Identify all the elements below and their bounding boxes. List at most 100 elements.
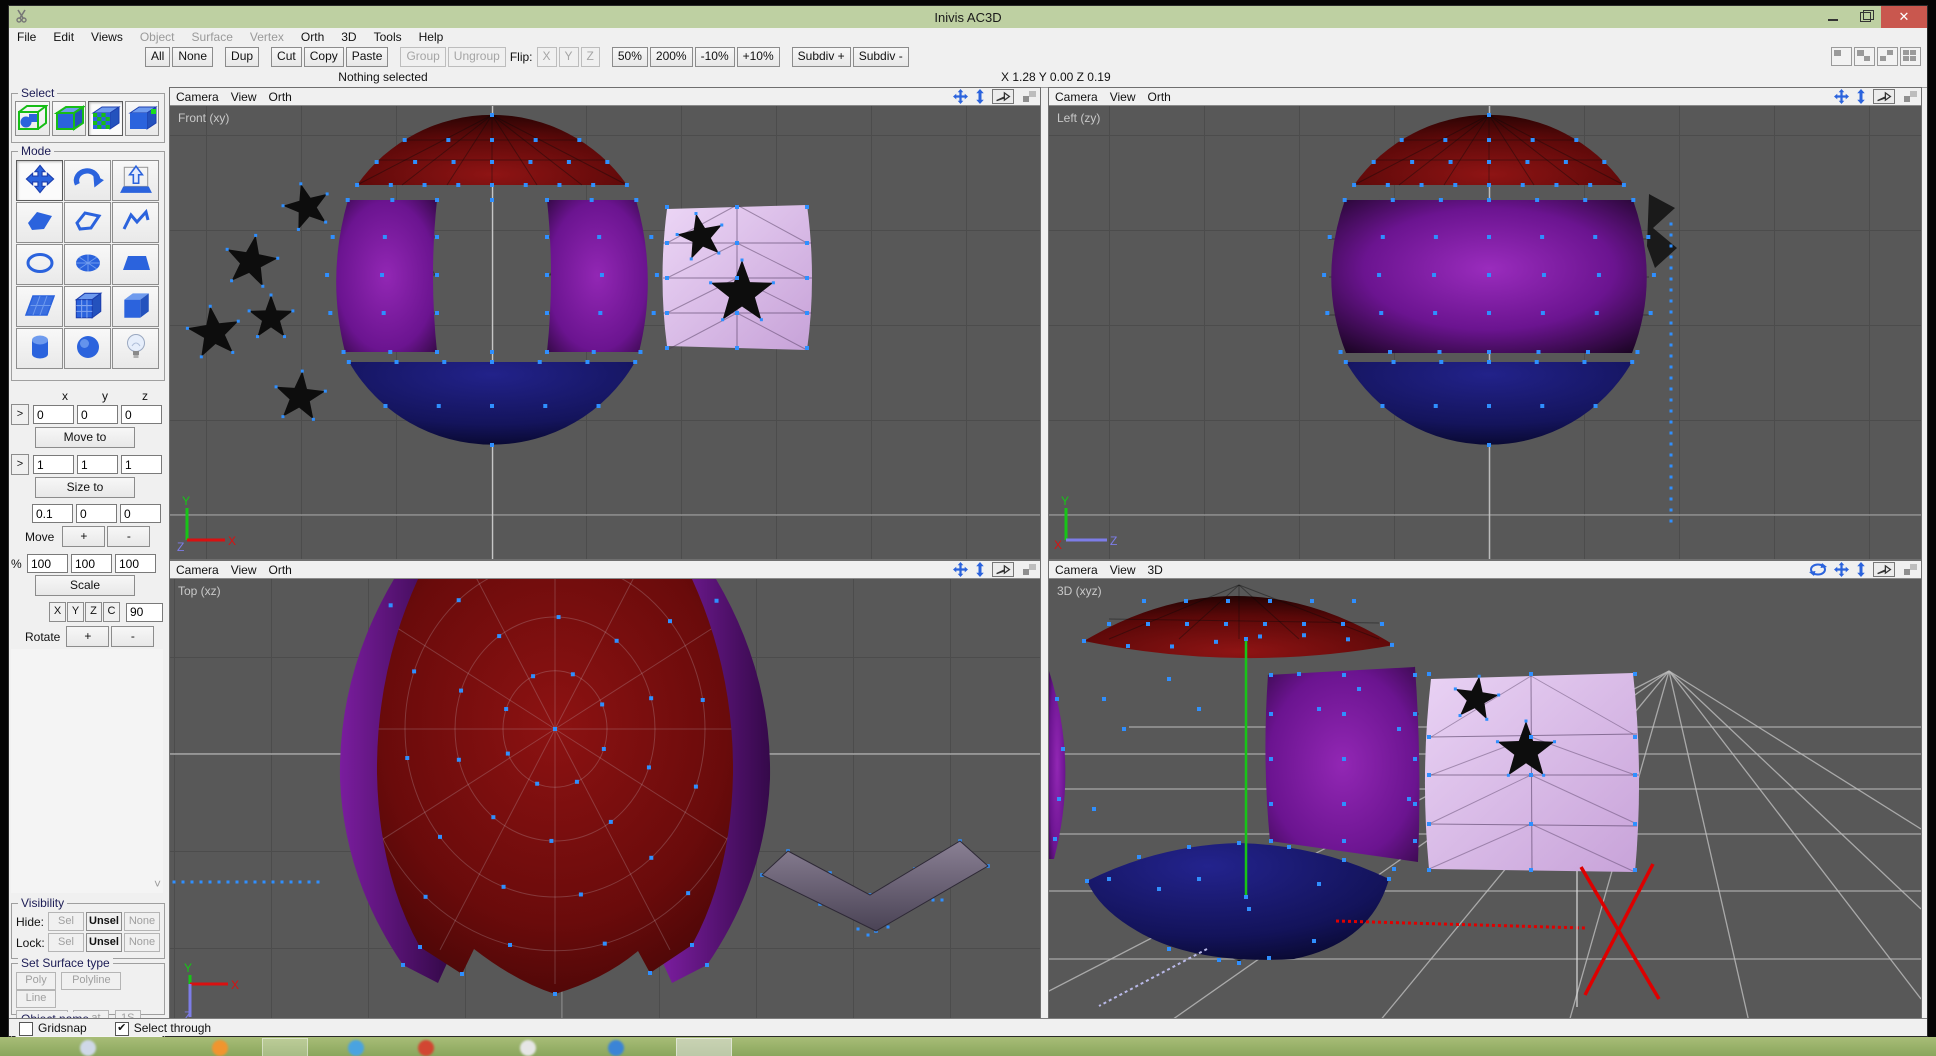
- zoom-updown-icon[interactable]: [975, 562, 985, 577]
- vp-menu-orth[interactable]: Orth: [268, 90, 291, 104]
- maximize-viewport-icon[interactable]: [1902, 90, 1918, 103]
- select-vertex-mode-button[interactable]: [125, 101, 160, 136]
- menu-tools[interactable]: Tools: [374, 30, 402, 44]
- object-list[interactable]: ˅: [11, 649, 163, 893]
- vp-menu-camera[interactable]: Camera: [176, 90, 219, 104]
- maximize-viewport-icon[interactable]: [1021, 90, 1037, 103]
- mode-mesh-button[interactable]: [16, 286, 63, 327]
- vp-menu-3d[interactable]: 3D: [1147, 563, 1162, 577]
- cut-button[interactable]: Cut: [271, 47, 302, 67]
- select-surface-mode-button[interactable]: [88, 101, 123, 136]
- pan-view-icon[interactable]: [1834, 562, 1849, 577]
- size-to-expander[interactable]: >: [11, 454, 29, 475]
- move-to-expander[interactable]: >: [11, 404, 29, 425]
- vp-menu-camera[interactable]: Camera: [1055, 563, 1098, 577]
- desktop-taskbar[interactable]: [0, 1037, 1936, 1056]
- move-step-y-field[interactable]: [76, 504, 117, 523]
- restore-button[interactable]: [1849, 6, 1881, 28]
- maximize-viewport-icon[interactable]: [1902, 563, 1918, 576]
- mode-rotate-button[interactable]: [64, 160, 111, 201]
- mode-light-button[interactable]: [112, 328, 159, 369]
- close-button[interactable]: ✕: [1881, 6, 1927, 28]
- mode-cylinder-button[interactable]: [16, 328, 63, 369]
- zoom-out-button[interactable]: -10%: [695, 47, 735, 67]
- rotate-plus-button[interactable]: +: [66, 626, 109, 647]
- taskbar-app-icon[interactable]: [348, 1040, 364, 1056]
- taskbar-app-icon[interactable]: [418, 1040, 434, 1056]
- copy-button[interactable]: Copy: [304, 47, 344, 67]
- layout-three-button[interactable]: [1877, 47, 1898, 66]
- zoom-updown-icon[interactable]: [1856, 89, 1866, 104]
- vp-menu-orth[interactable]: Orth: [268, 563, 291, 577]
- mode-grid3d-button[interactable]: [64, 286, 111, 327]
- zoom-extents-button[interactable]: [1873, 562, 1895, 577]
- move-to-x-field[interactable]: [33, 405, 74, 424]
- maximize-viewport-icon[interactable]: [1021, 563, 1037, 576]
- zoom-extents-button[interactable]: [992, 562, 1014, 577]
- move-to-z-field[interactable]: [121, 405, 162, 424]
- viewport-front[interactable]: Camera View Orth Front (xy) YXZ: [169, 87, 1041, 560]
- gridsnap-checkbox[interactable]: [19, 1022, 33, 1036]
- move-step-x-field[interactable]: [32, 504, 73, 523]
- zoom-updown-icon[interactable]: [975, 89, 985, 104]
- mode-disk-button[interactable]: [64, 244, 111, 285]
- rotate-minus-button[interactable]: -: [111, 626, 154, 647]
- orbit-view-icon[interactable]: [1809, 562, 1827, 577]
- zoom-extents-button[interactable]: [992, 89, 1014, 104]
- dup-button[interactable]: Dup: [225, 47, 259, 67]
- size-to-z-field[interactable]: [121, 455, 162, 474]
- vp-menu-orth[interactable]: Orth: [1147, 90, 1170, 104]
- menu-views[interactable]: Views: [91, 30, 123, 44]
- lock-unsel-button[interactable]: Unsel: [86, 933, 122, 952]
- vp-menu-view[interactable]: View: [231, 90, 257, 104]
- rotate-axis-y-button[interactable]: Y: [67, 602, 84, 622]
- scale-x-field[interactable]: [27, 554, 68, 573]
- select-object-mode-button[interactable]: [52, 101, 87, 136]
- vp-menu-view[interactable]: View: [231, 563, 257, 577]
- pan-view-icon[interactable]: [1834, 89, 1849, 104]
- move-to-y-field[interactable]: [77, 405, 118, 424]
- taskbar-app-icon[interactable]: [608, 1040, 624, 1056]
- select-all-button[interactable]: All: [145, 47, 170, 67]
- vp-menu-camera[interactable]: Camera: [176, 563, 219, 577]
- taskbar-app-icon[interactable]: [80, 1040, 96, 1056]
- select-through-checkbox[interactable]: ✔: [115, 1022, 129, 1036]
- scale-y-field[interactable]: [71, 554, 112, 573]
- pan-view-icon[interactable]: [953, 562, 968, 577]
- taskbar-open-app[interactable]: [262, 1038, 308, 1056]
- mode-box-button[interactable]: [112, 286, 159, 327]
- subdiv-minus-button[interactable]: Subdiv -: [853, 47, 909, 67]
- mode-extrude-button[interactable]: [112, 160, 159, 201]
- rotate-axis-x-button[interactable]: X: [49, 602, 66, 622]
- vp-menu-view[interactable]: View: [1110, 563, 1136, 577]
- move-step-z-field[interactable]: [120, 504, 161, 523]
- zoom-in-button[interactable]: +10%: [737, 47, 780, 67]
- mode-move-button[interactable]: [16, 160, 63, 201]
- zoom-200-button[interactable]: 200%: [650, 47, 693, 67]
- size-to-y-field[interactable]: [77, 455, 118, 474]
- taskbar-app-icon[interactable]: [520, 1040, 536, 1056]
- viewport-3d[interactable]: Camera View 3D 3D (xyz): [1048, 560, 1922, 1021]
- scale-button[interactable]: Scale: [35, 575, 135, 596]
- layout-single-button[interactable]: [1831, 47, 1852, 66]
- menu-file[interactable]: File: [17, 30, 36, 44]
- zoom-updown-icon[interactable]: [1856, 562, 1866, 577]
- pan-view-icon[interactable]: [953, 89, 968, 104]
- layout-four-button[interactable]: [1900, 47, 1921, 66]
- mode-ellipse-button[interactable]: [16, 244, 63, 285]
- select-none-button[interactable]: None: [172, 47, 213, 67]
- size-to-x-field[interactable]: [33, 455, 74, 474]
- zoom-50-button[interactable]: 50%: [612, 47, 648, 67]
- rotate-axis-c-button[interactable]: C: [103, 602, 120, 622]
- hide-unsel-button[interactable]: Unsel: [86, 912, 122, 931]
- taskbar-active-app[interactable]: [676, 1038, 732, 1056]
- scale-z-field[interactable]: [115, 554, 156, 573]
- titlebar[interactable]: Inivis AC3D ✕: [9, 6, 1927, 28]
- zoom-extents-button[interactable]: [1873, 89, 1895, 104]
- taskbar-app-icon[interactable]: [212, 1040, 228, 1056]
- paste-button[interactable]: Paste: [346, 47, 389, 67]
- mode-sphere-button[interactable]: [64, 328, 111, 369]
- mode-polygon-button[interactable]: [16, 202, 63, 243]
- mode-polyline-button[interactable]: [112, 202, 159, 243]
- move-plus-button[interactable]: +: [62, 526, 105, 547]
